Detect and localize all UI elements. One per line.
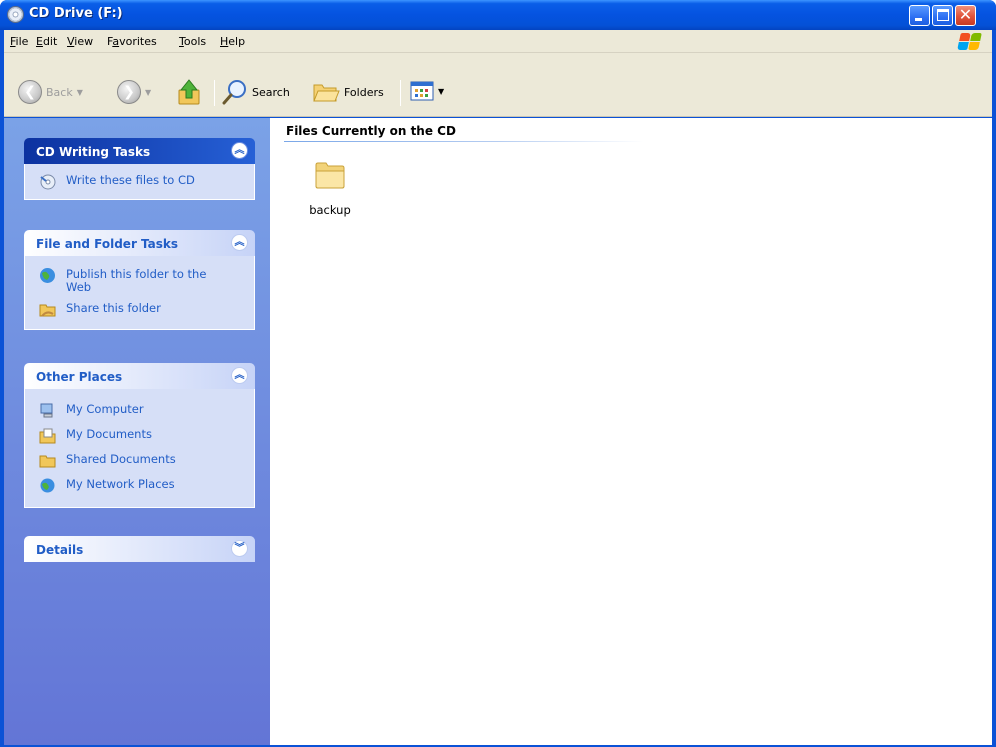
menu-file-label: ile bbox=[15, 35, 29, 48]
panel-body: Publish this folder to the Web Share thi… bbox=[24, 256, 255, 330]
forward-dropdown-icon[interactable]: ▼ bbox=[145, 88, 151, 97]
panel-header-cd-writing[interactable]: CD Writing Tasks ︽ bbox=[24, 138, 255, 164]
menu-view-label: iew bbox=[74, 35, 94, 48]
folder-item[interactable]: backup bbox=[302, 158, 358, 217]
search-icon bbox=[222, 80, 246, 105]
title-bar[interactable]: CD Drive (F:) ✕ bbox=[0, 0, 996, 30]
panel-body: My Computer My Documents Shared Document… bbox=[24, 389, 255, 508]
back-label: Back bbox=[46, 85, 73, 99]
close-button[interactable]: ✕ bbox=[955, 5, 976, 26]
menu-bar: File Edit View Favorites Tools Help bbox=[4, 30, 992, 53]
cd-drive-icon bbox=[7, 6, 24, 23]
panel-other-places: Other Places ︽ My Computer My Documents bbox=[24, 363, 255, 508]
task-share-folder[interactable]: Share this folder bbox=[39, 301, 242, 317]
menu-view[interactable]: View bbox=[67, 35, 93, 48]
panel-header-other-places[interactable]: Other Places ︽ bbox=[24, 363, 255, 389]
task-publish-folder-web[interactable]: Publish this folder to the Web bbox=[39, 268, 209, 294]
menu-edit-label: dit bbox=[42, 35, 58, 48]
maximize-button[interactable] bbox=[932, 5, 953, 26]
task-label: Write these files to CD bbox=[66, 173, 195, 187]
menu-favorites-label: vorites bbox=[119, 35, 157, 48]
network-icon bbox=[40, 478, 55, 493]
panel-file-folder-tasks: File and Folder Tasks ︽ Publish this fol… bbox=[24, 230, 255, 330]
menu-help-label: elp bbox=[228, 35, 246, 48]
file-view[interactable]: Files Currently on the CD backup bbox=[270, 118, 992, 745]
back-arrow-icon: ❮ bbox=[18, 80, 42, 104]
task-label: My Documents bbox=[66, 427, 152, 441]
explorer-window: CD Drive (F:) ✕ File Edit View Favorites… bbox=[0, 0, 996, 747]
folders-icon bbox=[313, 84, 340, 102]
window-frame-right bbox=[992, 30, 996, 747]
up-folder-button[interactable] bbox=[176, 78, 202, 106]
panel-title: Details bbox=[36, 543, 84, 557]
collapse-chevron-icon[interactable]: ︽ bbox=[231, 142, 248, 159]
task-label: My Computer bbox=[66, 402, 144, 416]
folder-icon bbox=[315, 162, 345, 189]
computer-icon bbox=[40, 403, 53, 418]
expand-chevron-icon[interactable]: ︾ bbox=[231, 540, 248, 557]
views-dropdown-icon[interactable]: ▼ bbox=[438, 87, 444, 96]
window-title: CD Drive (F:) bbox=[29, 6, 123, 21]
task-label: Publish this folder to the Web bbox=[66, 267, 207, 294]
menu-edit[interactable]: Edit bbox=[36, 35, 57, 48]
collapse-chevron-icon[interactable]: ︽ bbox=[231, 234, 248, 251]
task-write-files-to-cd[interactable]: Write these files to CD bbox=[39, 173, 242, 190]
minimize-icon bbox=[915, 18, 922, 21]
menu-file[interactable]: File bbox=[10, 35, 28, 48]
views-button[interactable]: ▼ bbox=[410, 81, 444, 101]
panel-title: Other Places bbox=[36, 370, 123, 384]
task-label: Shared Documents bbox=[66, 452, 176, 466]
forward-arrow-icon: ❯ bbox=[117, 80, 141, 104]
folders-button[interactable]: Folders bbox=[312, 81, 384, 103]
back-button[interactable]: ❮ Back ▼ bbox=[18, 80, 83, 104]
place-my-network-places[interactable]: My Network Places bbox=[39, 477, 242, 493]
windows-logo-icon bbox=[956, 32, 982, 52]
share-folder-icon bbox=[39, 304, 56, 317]
window-frame-left bbox=[0, 30, 4, 747]
panel-body: Write these files to CD bbox=[24, 164, 255, 200]
group-divider bbox=[284, 141, 644, 142]
views-icon bbox=[410, 81, 434, 101]
shared-folder-icon bbox=[39, 455, 56, 468]
panel-title: File and Folder Tasks bbox=[36, 237, 179, 251]
close-icon: ✕ bbox=[958, 5, 973, 24]
menu-tools[interactable]: Tools bbox=[179, 35, 206, 48]
minimize-button[interactable] bbox=[909, 5, 930, 26]
collapse-chevron-icon[interactable]: ︽ bbox=[231, 367, 248, 384]
place-shared-documents[interactable]: Shared Documents bbox=[39, 452, 242, 468]
panel-details: Details ︾ bbox=[24, 536, 255, 562]
search-label: Search bbox=[252, 85, 290, 99]
forward-button[interactable]: ❯ ▼ bbox=[117, 80, 151, 104]
toolbar: ❮ Back ▼ ❯ ▼ Search Folders ▼ bbox=[4, 53, 992, 117]
menu-favorites[interactable]: Favorites bbox=[107, 35, 157, 48]
panel-header-file-folder[interactable]: File and Folder Tasks ︽ bbox=[24, 230, 255, 256]
cd-write-icon bbox=[40, 174, 56, 190]
group-header: Files Currently on the CD bbox=[286, 124, 456, 138]
panel-cd-writing-tasks: CD Writing Tasks ︽ Write these files to … bbox=[24, 138, 255, 200]
task-pane: CD Writing Tasks ︽ Write these files to … bbox=[4, 118, 270, 745]
menu-tools-label: ools bbox=[183, 35, 207, 48]
task-label: Share this folder bbox=[66, 301, 161, 315]
task-label: My Network Places bbox=[66, 477, 175, 491]
web-publish-icon bbox=[40, 268, 55, 283]
place-my-documents[interactable]: My Documents bbox=[39, 427, 242, 444]
search-button[interactable]: Search bbox=[222, 79, 290, 105]
documents-icon bbox=[39, 428, 56, 444]
menu-help[interactable]: Help bbox=[220, 35, 245, 48]
menu-edit-accel: E bbox=[36, 35, 43, 48]
maximize-icon bbox=[937, 9, 949, 21]
back-dropdown-icon[interactable]: ▼ bbox=[77, 88, 83, 97]
up-folder-icon bbox=[178, 79, 200, 105]
panel-title: CD Writing Tasks bbox=[36, 145, 151, 159]
place-my-computer[interactable]: My Computer bbox=[39, 402, 242, 418]
folders-label: Folders bbox=[344, 85, 384, 99]
panel-header-details[interactable]: Details ︾ bbox=[24, 536, 255, 562]
folder-name: backup bbox=[309, 203, 351, 217]
